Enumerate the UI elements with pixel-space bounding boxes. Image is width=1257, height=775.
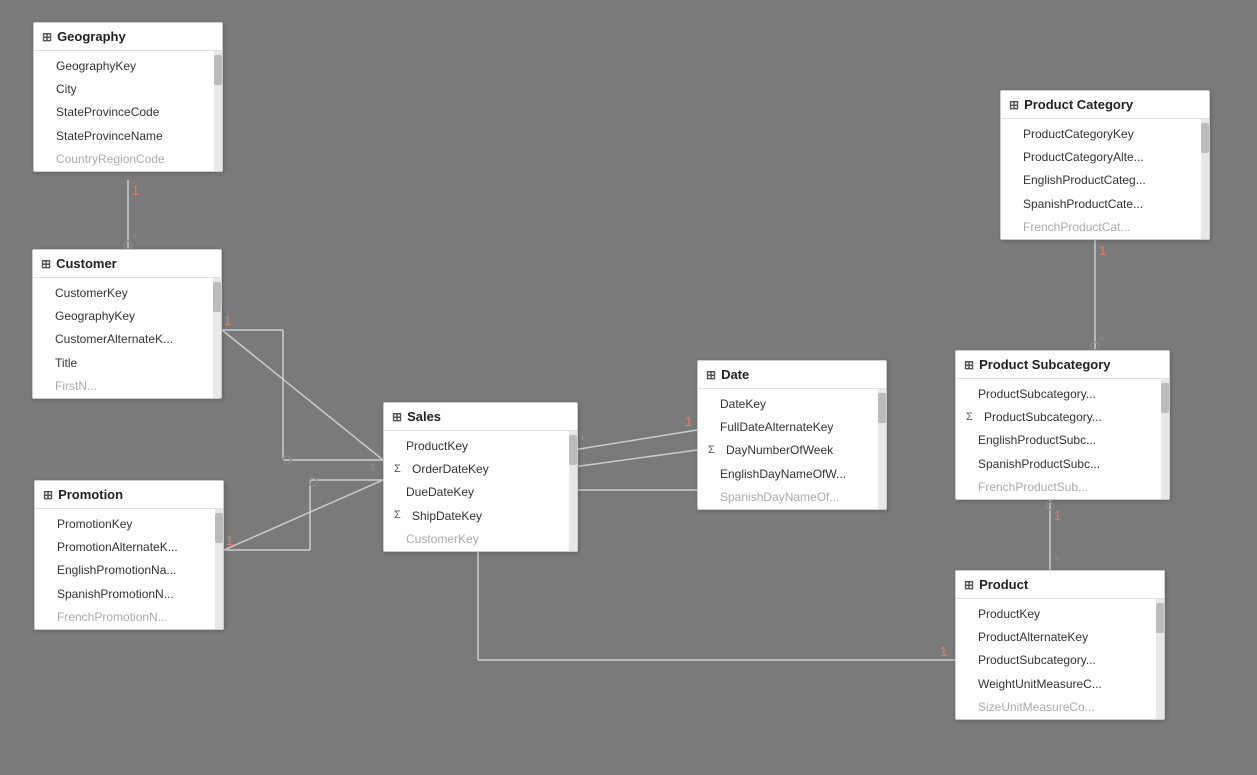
- promotion-table[interactable]: ⊞ Promotion PromotionKey PromotionAltern…: [34, 480, 224, 630]
- sigma-icon: Σ: [394, 461, 406, 479]
- svg-text:*: *: [371, 463, 377, 479]
- geography-table[interactable]: ⊞ Geography GeographyKey City StateProvi…: [33, 22, 223, 172]
- list-item: ProductSubcategory...: [956, 383, 1169, 406]
- product-table[interactable]: ⊞ Product ProductKey ProductAlternateKey…: [955, 570, 1165, 720]
- promotion-table-header: ⊞ Promotion: [35, 481, 223, 509]
- list-item: SizeUnitMeasureCo...: [956, 696, 1164, 719]
- list-item: CustomerKey: [33, 282, 221, 305]
- list-item: CustomerAlternateK...: [33, 328, 221, 351]
- list-item: EnglishProductSubc...: [956, 429, 1169, 452]
- svg-text:*: *: [132, 230, 138, 246]
- product-category-title: Product Category: [1024, 97, 1133, 112]
- sales-table-header: ⊞ Sales: [384, 403, 577, 431]
- list-item: SpanishDayNameOf...: [698, 486, 886, 509]
- customer-title: Customer: [56, 256, 117, 271]
- list-item: FrenchPromotionN...: [35, 606, 223, 629]
- list-item: EnglishPromotionNa...: [35, 559, 223, 582]
- list-item: FrenchProductSub...: [956, 476, 1169, 499]
- list-item: DateKey: [698, 393, 886, 416]
- list-item: EnglishDayNameOfW...: [698, 463, 886, 486]
- list-item: ProductSubcategory...: [956, 649, 1164, 672]
- product-subcategory-title: Product Subcategory: [979, 357, 1110, 372]
- product-category-header: ⊞ Product Category: [1001, 91, 1209, 119]
- list-item: Title: [33, 352, 221, 375]
- table-icon: ⊞: [41, 257, 51, 271]
- list-item: ΣShipDateKey: [384, 505, 577, 528]
- customer-body: CustomerKey GeographyKey CustomerAlterna…: [33, 278, 221, 398]
- table-icon: ⊞: [964, 578, 974, 592]
- svg-text:1: 1: [226, 533, 233, 548]
- list-item: PromotionKey: [35, 513, 223, 536]
- sigma-icon: Σ: [708, 442, 720, 460]
- svg-text:1: 1: [940, 644, 947, 659]
- svg-text:1: 1: [1054, 508, 1061, 523]
- list-item: ProductAlternateKey: [956, 626, 1164, 649]
- svg-text:1: 1: [685, 414, 692, 429]
- svg-text:*: *: [370, 459, 376, 475]
- promotion-body: PromotionKey PromotionAlternateK... Engl…: [35, 509, 223, 629]
- geography-body: GeographyKey City StateProvinceCode Stat…: [34, 51, 222, 171]
- svg-text:1: 1: [224, 313, 231, 328]
- date-table[interactable]: ⊞ Date DateKey FullDateAlternateKey ΣDay…: [697, 360, 887, 510]
- list-item: City: [34, 78, 222, 101]
- product-body: ProductKey ProductAlternateKey ProductSu…: [956, 599, 1164, 719]
- promotion-title: Promotion: [58, 487, 123, 502]
- product-category-table[interactable]: ⊞ Product Category ProductCategoryKey Pr…: [1000, 90, 1210, 240]
- date-title: Date: [721, 367, 749, 382]
- diagram-canvas: 1 * 1 * 1 * * 1 * * * 1: [0, 0, 1257, 775]
- table-icon: ⊞: [43, 488, 53, 502]
- list-item: ΣDayNumberOfWeek: [698, 439, 886, 462]
- product-subcategory-header: ⊞ Product Subcategory: [956, 351, 1169, 379]
- list-item: StateProvinceName: [34, 125, 222, 148]
- table-icon: ⊞: [1009, 98, 1019, 112]
- list-item: CustomerKey: [384, 528, 577, 551]
- svg-text:*: *: [1099, 332, 1105, 348]
- svg-text:*: *: [580, 432, 586, 448]
- list-item: ProductKey: [956, 603, 1164, 626]
- product-header: ⊞ Product: [956, 571, 1164, 599]
- list-item: ΣProductSubcategory...: [956, 406, 1169, 429]
- svg-text:1: 1: [1099, 243, 1106, 258]
- list-item: StateProvinceCode: [34, 101, 222, 124]
- date-table-header: ⊞ Date: [698, 361, 886, 389]
- sigma-icon: Σ: [966, 409, 978, 427]
- table-icon: ⊞: [964, 358, 974, 372]
- table-icon: ⊞: [706, 368, 716, 382]
- list-item: EnglishProductCateg...: [1001, 169, 1209, 192]
- list-item: FirstN...: [33, 375, 221, 398]
- product-category-body: ProductCategoryKey ProductCategoryAlte..…: [1001, 119, 1209, 239]
- list-item: ProductCategoryAlte...: [1001, 146, 1209, 169]
- customer-table[interactable]: ⊞ Customer CustomerKey GeographyKey Cust…: [32, 249, 222, 399]
- list-item: ProductCategoryKey: [1001, 123, 1209, 146]
- table-icon: ⊞: [42, 30, 52, 44]
- list-item: WeightUnitMeasureC...: [956, 673, 1164, 696]
- sales-title: Sales: [407, 409, 441, 424]
- geography-title: Geography: [57, 29, 126, 44]
- list-item: FullDateAlternateKey: [698, 416, 886, 439]
- product-subcategory-body: ProductSubcategory... ΣProductSubcategor…: [956, 379, 1169, 499]
- customer-table-header: ⊞ Customer: [33, 250, 221, 278]
- table-icon: ⊞: [392, 410, 402, 424]
- product-title: Product: [979, 577, 1028, 592]
- sales-body: ProductKey ΣOrderDateKey DueDateKey ΣShi…: [384, 431, 577, 551]
- date-body: DateKey FullDateAlternateKey ΣDayNumberO…: [698, 389, 886, 509]
- list-item: ΣOrderDateKey: [384, 458, 577, 481]
- list-item: GeographyKey: [33, 305, 221, 328]
- list-item: DueDateKey: [384, 481, 577, 504]
- list-item: PromotionAlternateK...: [35, 536, 223, 559]
- product-subcategory-table[interactable]: ⊞ Product Subcategory ProductSubcategory…: [955, 350, 1170, 500]
- sigma-icon: Σ: [394, 507, 406, 525]
- list-item: CountryRegionCode: [34, 148, 222, 171]
- svg-text:*: *: [1054, 552, 1060, 568]
- list-item: SpanishProductSubc...: [956, 453, 1169, 476]
- list-item: FrenchProductCat...: [1001, 216, 1209, 239]
- sales-table[interactable]: ⊞ Sales ProductKey ΣOrderDateKey DueDate…: [383, 402, 578, 552]
- list-item: ProductKey: [384, 435, 577, 458]
- geography-table-header: ⊞ Geography: [34, 23, 222, 51]
- list-item: SpanishPromotionN...: [35, 583, 223, 606]
- list-item: SpanishProductCate...: [1001, 193, 1209, 216]
- list-item: GeographyKey: [34, 55, 222, 78]
- svg-text:1: 1: [132, 183, 139, 198]
